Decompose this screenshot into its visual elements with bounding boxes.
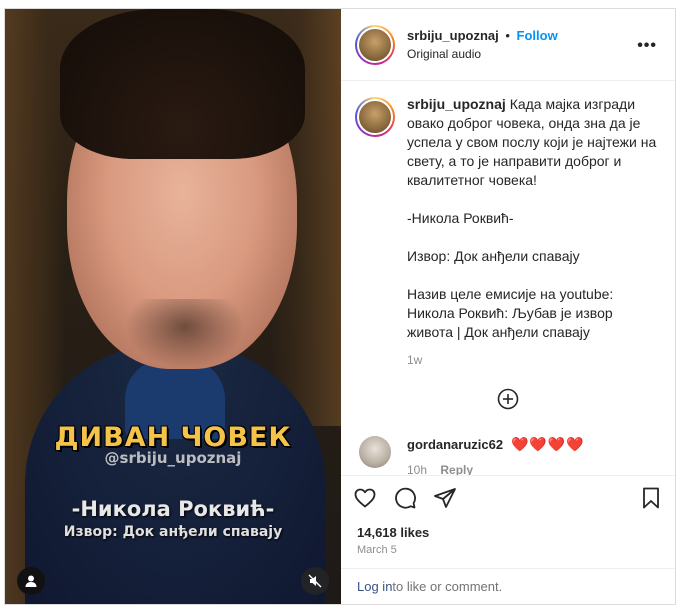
post-frame: ДИВАН ЧОВЕК @srbiju_upoznaj -Никола Рокв… (4, 8, 676, 605)
person-hair (60, 9, 305, 159)
login-prompt: Log in to like or comment. (341, 568, 675, 604)
comment-text: ❤️❤️❤️❤️ (510, 436, 585, 452)
likes-count[interactable]: 14,618 likes (341, 519, 675, 540)
caption-username[interactable]: srbiju_upoznaj (407, 96, 506, 112)
audio-label[interactable]: Original audio (407, 47, 558, 61)
post-date[interactable]: March 5 (341, 540, 675, 568)
video-player[interactable]: ДИВАН ЧОВЕК @srbiju_upoznaj -Никола Рокв… (5, 9, 341, 604)
separator-dot: • (505, 28, 510, 43)
more-icon: ••• (637, 37, 657, 54)
post-header: srbiju_upoznaj • Follow Original audio •… (341, 9, 675, 81)
heart-icon (354, 488, 376, 507)
comment-icon (395, 487, 416, 509)
comments-section: srbiju_upoznaj Када мајка изгради овако … (341, 81, 675, 475)
login-link[interactable]: Log in (357, 579, 392, 594)
video-overlay-name: -Никола Роквић- (71, 497, 275, 521)
comment-item: gordanaruzic62 ❤️❤️❤️❤️ 10h Reply (355, 436, 661, 475)
more-options-button[interactable]: ••• (637, 37, 657, 55)
comment-button[interactable] (393, 486, 417, 510)
user-icon (25, 575, 37, 587)
post-sidebar: srbiju_upoznaj • Follow Original audio •… (341, 9, 675, 604)
video-overlay-source: Извор: Док анђели спавају (63, 524, 283, 540)
login-prompt-text: to like or comment. (392, 579, 503, 594)
commenter-username[interactable]: gordanaruzic62 (407, 437, 503, 452)
caption-text-4: Назив целе емисије на youtube: Никола Ро… (407, 286, 614, 340)
share-icon (434, 487, 456, 508)
caption-text-2: -Никола Роквић- (407, 210, 514, 226)
mute-button[interactable] (301, 567, 329, 595)
reply-button[interactable]: Reply (440, 463, 473, 475)
action-bar (341, 475, 675, 519)
caption-avatar[interactable] (355, 97, 395, 137)
load-more-comments-button[interactable] (355, 388, 661, 410)
commenter-avatar[interactable] (359, 436, 391, 468)
save-button[interactable] (639, 486, 663, 510)
caption-time[interactable]: 1w (407, 351, 661, 370)
like-button[interactable] (353, 486, 377, 510)
author-avatar[interactable] (355, 24, 395, 65)
share-button[interactable] (433, 486, 457, 510)
add-circle-icon (497, 388, 519, 410)
caption: srbiju_upoznaj Када мајка изгради овако … (355, 95, 661, 370)
muted-speaker-icon (308, 574, 322, 588)
bookmark-icon (643, 487, 659, 508)
video-overlay-handle: @srbiju_upoznaj (104, 449, 242, 467)
comment-time[interactable]: 10h (407, 463, 427, 475)
author-username[interactable]: srbiju_upoznaj (407, 28, 499, 43)
tagged-users-button[interactable] (17, 567, 45, 595)
follow-button[interactable]: Follow (517, 28, 558, 43)
caption-text-3: Извор: Док анђели спавају (407, 248, 580, 264)
person-beard (125, 299, 245, 369)
